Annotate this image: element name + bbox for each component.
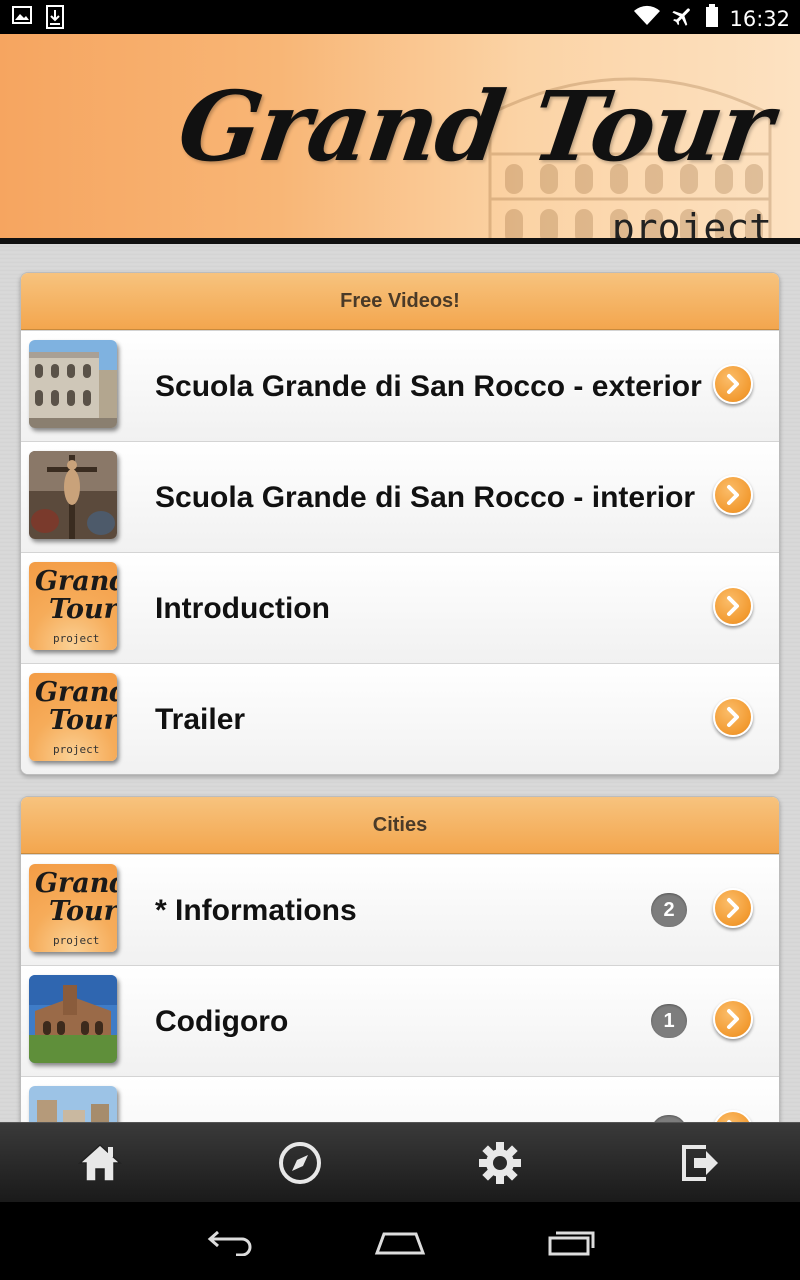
count-badge (651, 1115, 687, 1122)
logo-text-project: project (53, 743, 100, 756)
home-icon[interactable] (76, 1139, 124, 1187)
thumbnail-grand-tour-logo: Grand Tour project (29, 562, 117, 650)
thumbnail-city-photo (29, 1086, 117, 1122)
section-header-cities: Cities (21, 797, 779, 854)
status-bar: 16:32 (0, 0, 800, 34)
chevron-right-icon[interactable] (713, 1110, 753, 1122)
chevron-right-icon[interactable] (713, 586, 753, 626)
back-icon[interactable] (206, 1226, 254, 1261)
brand-subtitle: project (611, 206, 772, 244)
logo-text-tour: Tour (49, 896, 117, 927)
list-item-partial[interactable] (21, 1076, 779, 1122)
home-sys-icon[interactable] (374, 1226, 426, 1261)
logo-text-tour: Tour (49, 705, 117, 736)
brand-title: Grand Tour (172, 70, 778, 183)
battery-icon (705, 4, 719, 33)
exit-icon[interactable] (676, 1139, 724, 1187)
count-badge: 2 (651, 893, 687, 927)
app-header-banner: Grand Tour project (0, 34, 800, 244)
list-item-introduction[interactable]: Grand Tour project Introduction (21, 552, 779, 663)
chevron-right-icon[interactable] (713, 888, 753, 928)
thumbnail-crucifix-painting (29, 451, 117, 539)
system-navigation-bar (0, 1202, 800, 1280)
chevron-right-icon[interactable] (713, 475, 753, 515)
list-item-codigoro[interactable]: Codigoro 1 (21, 965, 779, 1076)
image-icon (12, 5, 32, 34)
status-time: 16:32 (729, 6, 790, 31)
thumbnail-abbey-photo (29, 975, 117, 1063)
free-videos-section: Free Videos! Scuola Grande di San Rocco … (20, 272, 780, 775)
list-item-trailer[interactable]: Grand Tour project Trailer (21, 663, 779, 774)
list-item-label: Codigoro (155, 1004, 289, 1038)
list-item-label: Trailer (155, 702, 246, 736)
compass-icon[interactable] (276, 1139, 324, 1187)
list-item-label: Introduction (155, 591, 330, 625)
gear-icon[interactable] (476, 1139, 524, 1187)
thumbnail-grand-tour-logo: Grand Tour project (29, 673, 117, 761)
list-item-label: Scuola Grande di San Rocco - exterior (155, 369, 702, 403)
chevron-right-icon[interactable] (713, 999, 753, 1039)
count-badge: 1 (651, 1004, 687, 1038)
list-item-informations[interactable]: Grand Tour project * Informations 2 (21, 854, 779, 965)
logo-text-project: project (53, 934, 100, 947)
logo-text-grand: Grand (35, 868, 117, 899)
section-header-free-videos: Free Videos! (21, 273, 779, 330)
wifi-icon (633, 5, 661, 32)
list-item-exterior[interactable]: Scuola Grande di San Rocco - exterior (21, 330, 779, 441)
logo-text-tour: Tour (49, 594, 117, 625)
chevron-right-icon[interactable] (713, 697, 753, 737)
list-item-label: Scuola Grande di San Rocco - interior (155, 480, 696, 514)
content-scroll-area[interactable]: Free Videos! Scuola Grande di San Rocco … (0, 244, 800, 1122)
thumbnail-building-exterior (29, 340, 117, 428)
logo-text-grand: Grand (35, 677, 117, 708)
thumbnail-grand-tour-logo: Grand Tour project (29, 864, 117, 952)
airplane-icon (671, 4, 695, 33)
logo-text-grand: Grand (35, 566, 117, 597)
list-item-interior[interactable]: Scuola Grande di San Rocco - interior (21, 441, 779, 552)
recents-icon[interactable] (546, 1226, 596, 1261)
cities-section: Cities Grand Tour project * Informations… (20, 796, 780, 1122)
bottom-navigation-bar (0, 1122, 800, 1202)
list-item-label: * Informations (155, 893, 357, 927)
logo-text-project: project (53, 632, 100, 645)
chevron-right-icon[interactable] (713, 364, 753, 404)
download-icon (46, 5, 64, 34)
